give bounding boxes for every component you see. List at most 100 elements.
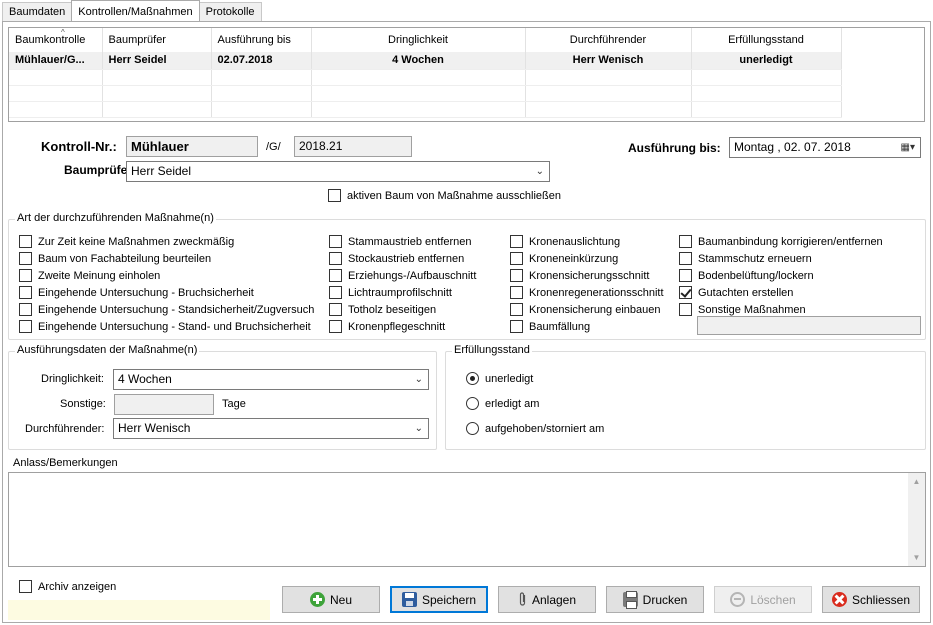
- cell-ausfuehrung: 02.07.2018: [211, 52, 312, 70]
- calendar-dropdown-icon[interactable]: ▦▾: [901, 138, 915, 157]
- schliessen-button[interactable]: Schliessen: [822, 586, 920, 613]
- sonstige-days-field[interactable]: [114, 394, 214, 415]
- column-header-baumkontrolle[interactable]: ^ Baumkontrolle: [9, 28, 103, 52]
- checkbox-box[interactable]: [329, 269, 342, 282]
- measure-checkbox[interactable]: Baumfällung: [510, 320, 590, 333]
- checkbox-box[interactable]: [510, 269, 523, 282]
- tab-protokolle[interactable]: Protokolle: [198, 2, 262, 21]
- checkbox-box[interactable]: [510, 286, 523, 299]
- checkbox-box[interactable]: [19, 580, 32, 593]
- loeschen-button[interactable]: Löschen: [714, 586, 812, 613]
- exclude-tree-label: aktiven Baum von Maßnahme ausschließen: [347, 189, 561, 202]
- table-row[interactable]: Mühlauer/G... Herr Seidel 02.07.2018 4 W…: [9, 52, 854, 70]
- checkbox-box[interactable]: [510, 303, 523, 316]
- vertical-scrollbar[interactable]: ▲ ▼: [908, 473, 925, 566]
- measure-checkbox[interactable]: Lichtraumprofilschnitt: [329, 286, 452, 299]
- column-header-ausfuehrung[interactable]: Ausführung bis: [211, 28, 312, 52]
- scroll-up-icon[interactable]: ▲: [908, 473, 925, 490]
- radio-button[interactable]: [466, 422, 479, 435]
- dringlichkeit-select[interactable]: 4 Wochen ⌄: [113, 369, 429, 390]
- checkbox-box[interactable]: [19, 252, 32, 265]
- radio-unerledigt[interactable]: unerledigt: [466, 372, 533, 385]
- close-circle-icon: [831, 592, 847, 607]
- neu-button[interactable]: Neu: [282, 586, 380, 613]
- checkbox-box[interactable]: [19, 235, 32, 248]
- drucken-button[interactable]: Drucken: [606, 586, 704, 613]
- checkbox-box[interactable]: [329, 235, 342, 248]
- checkbox-box[interactable]: [510, 320, 523, 333]
- kontroll-nr-field[interactable]: Mühlauer: [126, 136, 258, 157]
- measure-checkbox[interactable]: Baumanbindung korrigieren/entfernen: [679, 235, 883, 248]
- checkbox-box[interactable]: [19, 269, 32, 282]
- measure-checkbox[interactable]: Gutachten erstellen: [679, 286, 793, 299]
- column-header-dringlichkeit[interactable]: Dringlichkeit: [311, 28, 526, 52]
- checkbox-box[interactable]: [679, 235, 692, 248]
- tab-kontrollen-massnahmen[interactable]: Kontrollen/Maßnahmen: [71, 0, 200, 21]
- radio-button[interactable]: [466, 372, 479, 385]
- archiv-checkbox[interactable]: Archiv anzeigen: [19, 580, 116, 593]
- measure-checkbox[interactable]: Stockaustrieb entfernen: [329, 252, 464, 265]
- measure-checkbox[interactable]: Eingehende Untersuchung - Standsicherhei…: [19, 303, 314, 316]
- sonstige-massnahmen-field[interactable]: [697, 316, 921, 335]
- baumpruefer-value: Herr Seidel: [131, 164, 192, 178]
- checkbox-box[interactable]: [329, 252, 342, 265]
- checkbox-box[interactable]: [510, 252, 523, 265]
- checkbox-box[interactable]: [19, 320, 32, 333]
- measure-label: Kroneneinkürzung: [529, 252, 619, 265]
- checkbox-box[interactable]: [329, 320, 342, 333]
- measure-label: Kronensicherungsschnitt: [529, 269, 650, 282]
- tab-baumdaten[interactable]: Baumdaten: [2, 2, 73, 21]
- measure-checkbox[interactable]: Kronensicherung einbauen: [510, 303, 661, 316]
- checkbox-box[interactable]: [19, 303, 32, 316]
- column-header-erfuellungsstand[interactable]: Erfüllungsstand: [691, 28, 842, 52]
- neu-button-label: Neu: [329, 592, 352, 607]
- measure-checkbox[interactable]: Sonstige Maßnahmen: [679, 303, 806, 316]
- checkbox-box[interactable]: [679, 286, 692, 299]
- checkbox-box[interactable]: [679, 303, 692, 316]
- measure-checkbox[interactable]: Kroneneinkürzung: [510, 252, 618, 265]
- measure-checkbox[interactable]: Kronensicherungsschnitt: [510, 269, 649, 282]
- checkbox-box[interactable]: [679, 252, 692, 265]
- measure-checkbox[interactable]: Bodenbelüftung/lockern: [679, 269, 814, 282]
- anlass-textarea[interactable]: ▲ ▼: [8, 472, 926, 567]
- measure-label: Bodenbelüftung/lockern: [698, 269, 814, 282]
- anlagen-button[interactable]: Anlagen: [498, 586, 596, 613]
- radio-erledigt-am[interactable]: erledigt am: [466, 397, 539, 410]
- speichern-button[interactable]: Speichern: [390, 586, 488, 613]
- durchfuehrender-select[interactable]: Herr Wenisch ⌄: [113, 418, 429, 439]
- radio-aufgehoben[interactable]: aufgehoben/storniert am: [466, 422, 604, 435]
- measure-checkbox[interactable]: Stammaustrieb entfernen: [329, 235, 472, 248]
- measure-checkbox[interactable]: Eingehende Untersuchung - Bruchsicherhei…: [19, 286, 254, 299]
- scroll-down-icon[interactable]: ▼: [908, 549, 925, 566]
- sort-up-icon: ^: [61, 28, 65, 37]
- checkbox-box[interactable]: [510, 235, 523, 248]
- measure-label: Stammschutz erneuern: [698, 252, 812, 265]
- measure-checkbox[interactable]: Erziehungs-/Aufbauschnitt: [329, 269, 476, 282]
- measure-checkbox[interactable]: Zweite Meinung einholen: [19, 269, 160, 282]
- controls-grid[interactable]: ^ Baumkontrolle Baumprüfer Ausführung bis…: [8, 27, 925, 122]
- ausfuehrung-date-picker[interactable]: Montag , 02. 07. 2018 ▦▾: [729, 137, 921, 158]
- measure-checkbox[interactable]: Totholz beseitigen: [329, 303, 436, 316]
- baumpruefer-select[interactable]: Herr Seidel ⌄: [126, 161, 550, 182]
- measure-checkbox[interactable]: Stammschutz erneuern: [679, 252, 812, 265]
- measure-label: Zweite Meinung einholen: [38, 269, 161, 282]
- measure-label: Eingehende Untersuchung - Stand- und Bru…: [38, 320, 311, 333]
- measure-checkbox[interactable]: Baum von Fachabteilung beurteilen: [19, 252, 211, 265]
- checkbox-box[interactable]: [679, 269, 692, 282]
- measure-checkbox[interactable]: Zur Zeit keine Maßnahmen zweckmäßig: [19, 235, 234, 248]
- measure-checkbox[interactable]: Kronenpflegeschnitt: [329, 320, 445, 333]
- radio-button[interactable]: [466, 397, 479, 410]
- checkbox-box[interactable]: [329, 303, 342, 316]
- measure-checkbox[interactable]: Kronenregenerationsschnitt: [510, 286, 664, 299]
- checkbox-box[interactable]: [19, 286, 32, 299]
- column-header-baumpruefer[interactable]: Baumprüfer: [102, 28, 212, 52]
- measure-label: Eingehende Untersuchung - Standsicherhei…: [38, 303, 315, 316]
- cell-erfuellungsstand: unerledigt: [691, 52, 842, 70]
- checkbox-box[interactable]: [328, 189, 341, 202]
- measure-checkbox[interactable]: Kronenauslichtung: [510, 235, 620, 248]
- column-header-durchfuehrender[interactable]: Durchführender: [525, 28, 692, 52]
- checkbox-box[interactable]: [329, 286, 342, 299]
- measure-checkbox[interactable]: Eingehende Untersuchung - Stand- und Bru…: [19, 320, 311, 333]
- exclude-tree-checkbox[interactable]: aktiven Baum von Maßnahme ausschließen: [328, 189, 561, 202]
- kontroll-suffix-field[interactable]: 2018.21: [294, 136, 412, 157]
